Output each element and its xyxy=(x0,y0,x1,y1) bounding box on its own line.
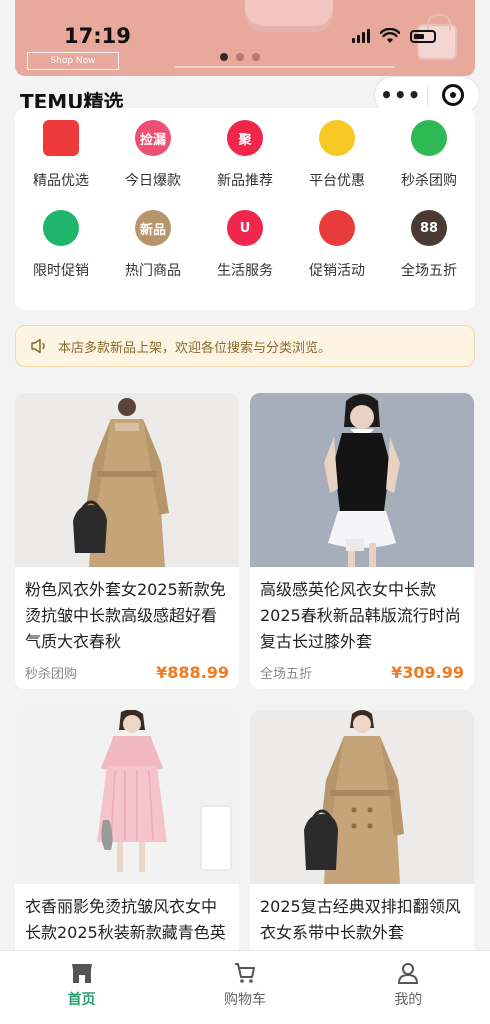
signal-icon xyxy=(352,29,370,43)
product-meta: 全场五折 ¥309.99 xyxy=(250,659,474,682)
tab-home[interactable]: 首页 xyxy=(0,951,163,1024)
category-label: 促销活动 xyxy=(309,263,365,279)
product-image xyxy=(15,710,239,884)
tab-cart[interactable]: 购物车 xyxy=(163,951,326,1024)
category-item[interactable]: 精品优选 xyxy=(15,120,107,190)
product-name: 高级感英伦风衣女中长款2025春秋新品韩版流行时尚复古长过膝外套 xyxy=(260,580,461,651)
tab-profile[interactable]: 我的 xyxy=(327,951,490,1024)
category-item[interactable]: 秒杀团购 xyxy=(383,120,475,190)
more-dots-icon[interactable]: ••• xyxy=(375,85,427,105)
product-image xyxy=(250,710,474,884)
banner-dot xyxy=(236,53,244,61)
category-label: 今日爆款 xyxy=(125,173,181,189)
category-item[interactable]: 捡漏 今日爆款 xyxy=(107,120,199,190)
product-price: ¥309.99 xyxy=(391,663,464,682)
category-panel: 精品优选 捡漏 今日爆款聚新品推荐 平台优惠 秒杀团购 限时促销 新品 热门商品 U 生活服务 促销… xyxy=(15,108,475,310)
category-label: 新品推荐 xyxy=(217,173,273,189)
gather-icon: 聚 xyxy=(227,120,263,156)
target-icon xyxy=(442,84,465,106)
shop-now-button[interactable]: Shop Now xyxy=(27,52,119,70)
category-item[interactable]: 平台优惠 xyxy=(291,120,383,190)
category-grid: 精品优选 捡漏 今日爆款聚新品推荐 平台优惠 秒杀团购 限时促销 新品 热门商品 U 生活服务 促销… xyxy=(15,120,475,280)
hot-badge-icon: 捡漏 xyxy=(135,120,171,156)
product-tag: 全场五折 xyxy=(260,667,313,682)
bag-check-icon xyxy=(411,120,447,156)
recycle-icon xyxy=(43,210,79,246)
category-item[interactable]: U 生活服务 xyxy=(199,210,291,280)
eighty-eight-icon: 88 xyxy=(411,210,447,246)
category-label: 生活服务 xyxy=(217,263,273,279)
product-meta: 秒杀团购 ¥888.99 xyxy=(15,659,239,682)
product-card[interactable]: 高级感英伦风衣女中长款2025春秋新品韩版流行时尚复古长过膝外套 全场五折 ¥3… xyxy=(250,393,474,689)
category-item[interactable]: 限时促销 xyxy=(15,210,107,280)
category-label: 限时促销 xyxy=(33,263,89,279)
category-item[interactable]: 促销活动 xyxy=(291,210,383,280)
product-image xyxy=(250,393,474,567)
mini-program-page: Shop Now 17:19 TEMU精选 ••• 精品优选 捡漏 今日爆款聚新品推… xyxy=(0,0,490,1024)
product-name: 粉色风衣外套女2025新款免烫抗皱中长款高级感超好看气质大衣春秋 xyxy=(25,580,226,651)
product-card[interactable]: 粉色风衣外套女2025新款免烫抗皱中长款高级感超好看气质大衣春秋 秒杀团购 ¥8… xyxy=(15,393,239,689)
product-card[interactable]: 2025复古经典双排扣翻领风衣女系带中长款外套 xyxy=(250,710,474,970)
tab-label: 我的 xyxy=(394,992,423,1008)
status-icons xyxy=(352,28,436,44)
user-icon xyxy=(398,963,419,984)
speaker-icon xyxy=(31,338,45,354)
banner-divider xyxy=(175,66,395,68)
glasses-icon xyxy=(319,210,355,246)
u-icon: U xyxy=(227,210,263,246)
banner-pagination xyxy=(220,53,260,61)
chick-icon xyxy=(319,120,355,156)
status-time: 17:19 xyxy=(64,24,131,48)
wifi-icon xyxy=(380,28,400,43)
notice-bar[interactable]: 本店多款新品上架，欢迎各位搜索与分类浏览。 xyxy=(15,325,475,367)
tab-label: 首页 xyxy=(67,992,96,1008)
close-target-button[interactable] xyxy=(427,84,479,106)
category-label: 平台优惠 xyxy=(309,173,365,189)
smile-bag-icon xyxy=(43,120,79,156)
battery-icon xyxy=(410,29,436,43)
category-item[interactable]: 新品 热门商品 xyxy=(107,210,199,280)
category-label: 热门商品 xyxy=(125,263,181,279)
category-item[interactable]: 聚新品推荐 xyxy=(199,120,291,190)
product-price: ¥888.99 xyxy=(156,663,229,682)
tab-label: 购物车 xyxy=(223,992,266,1008)
banner-dot xyxy=(252,53,260,61)
new-box-icon: 新品 xyxy=(135,210,171,246)
banner-dot-active xyxy=(220,53,228,61)
bottom-tab-bar: 首页 购物车 我的 xyxy=(0,950,490,1024)
notice-text: 本店多款新品上架，欢迎各位搜索与分类浏览。 xyxy=(58,340,332,356)
handbag-image xyxy=(245,0,333,32)
category-item[interactable]: 88 全场五折 xyxy=(383,210,475,280)
product-card[interactable]: 衣香丽影免烫抗皱风衣女中长款2025秋装新款藏青色英伦风外套女 xyxy=(15,710,239,970)
store-icon xyxy=(71,964,92,983)
product-image xyxy=(15,393,239,567)
category-label: 秒杀团购 xyxy=(401,173,457,189)
category-label: 全场五折 xyxy=(401,263,457,279)
product-tag: 秒杀团购 xyxy=(25,667,78,682)
category-label: 精品优选 xyxy=(33,173,89,189)
cart-icon xyxy=(234,963,255,983)
